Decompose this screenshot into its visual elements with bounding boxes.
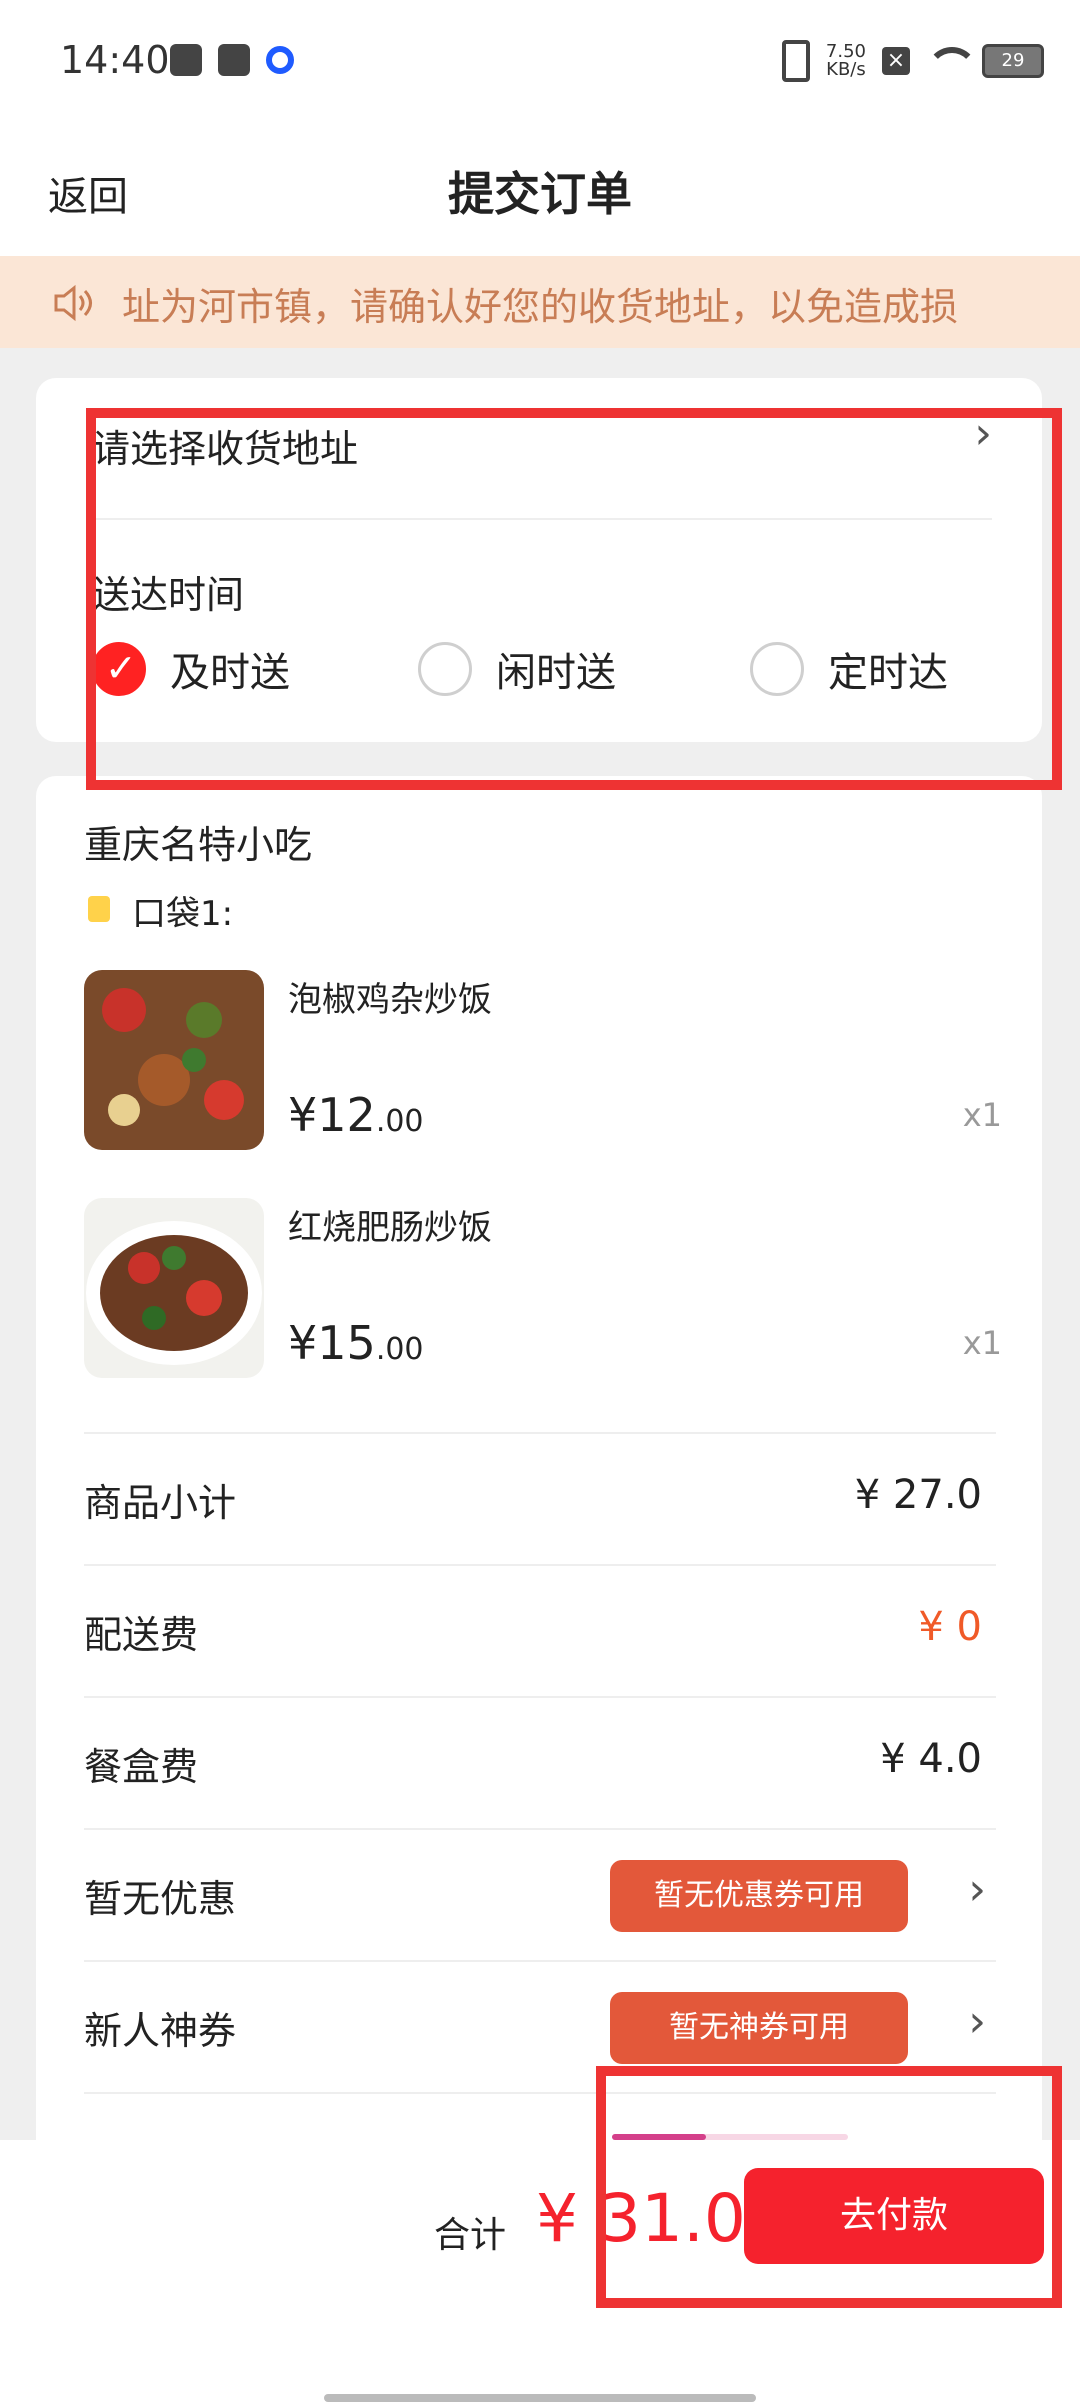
highlight-box <box>86 408 1062 790</box>
price-int: ¥12 <box>288 1088 376 1142</box>
food-price: ¥15.00 <box>288 1316 424 1370</box>
chevron-right-icon[interactable]: › <box>968 1996 986 2047</box>
food-name: 红烧肥肠炒饭 <box>288 1208 492 1248</box>
battery-icon: 29 <box>982 44 1044 78</box>
discount-label: 暂无优惠 <box>84 1877 237 1921</box>
speaker-icon <box>54 284 92 322</box>
home-indicator[interactable] <box>324 2394 756 2402</box>
food-price: ¥12.00 <box>288 1088 424 1142</box>
new-user-coupon-label: 新人神券 <box>84 2009 237 2053</box>
food-name: 泡椒鸡杂炒饭 <box>288 980 492 1020</box>
status-icons-left <box>170 44 294 76</box>
divider <box>84 1828 996 1830</box>
status-time: 14:40 <box>60 38 170 82</box>
notice-text: 址为河市镇，请确认好您的收货地址，以免造成损 <box>122 285 959 329</box>
network-speed: 7.50 KB/s <box>825 41 866 80</box>
divider <box>84 1564 996 1566</box>
delivery-fee-label: 配送费 <box>84 1613 199 1657</box>
subtotal-label: 商品小计 <box>84 1481 237 1525</box>
subtotal-value: ¥ 27.0 <box>854 1472 982 1518</box>
price-dec: .00 <box>375 1332 424 1367</box>
highlight-box <box>596 2066 1062 2308</box>
wifi-icon <box>926 47 978 75</box>
food-qty: x1 <box>962 1324 1002 1362</box>
price-dec: .00 <box>375 1104 424 1139</box>
shop-name: 重庆名特小吃 <box>84 823 313 867</box>
total-label: 合计 <box>434 2215 507 2256</box>
order-card: 重庆名特小吃 口袋1: 泡椒鸡杂炒饭 ¥12.00 x1 红烧肥肠炒饭 ¥15.… <box>36 776 1042 2176</box>
page-title: 提交订单 <box>448 167 632 221</box>
box-fee-value: ¥ 4.0 <box>880 1736 982 1782</box>
discount-badge[interactable]: 暂无优惠券可用 <box>610 1860 908 1932</box>
delivery-fee-value: ¥ 0 <box>918 1604 982 1650</box>
message-icon <box>218 44 250 76</box>
food-image <box>84 1198 264 1378</box>
status-bar: 14:40 7.50 KB/s × 29 <box>0 0 1080 130</box>
new-user-coupon-badge[interactable]: 暂无神券可用 <box>610 1992 908 2064</box>
divider <box>84 1960 996 1962</box>
vibrate-icon <box>781 40 810 82</box>
price-int: ¥15 <box>288 1316 376 1370</box>
bag-icon <box>88 896 110 922</box>
no-sim-icon: × <box>882 47 910 75</box>
app-notification-icon <box>170 44 202 76</box>
bag-label: 口袋1: <box>132 894 234 934</box>
notice-bar: 址为河市镇，请确认好您的收货地址，以免造成损 <box>0 256 1080 348</box>
location-icon <box>266 46 294 74</box>
navigation-bar: 返回 提交订单 <box>0 130 1080 256</box>
food-qty: x1 <box>962 1096 1002 1134</box>
food-image <box>84 970 264 1150</box>
box-fee-label: 餐盒费 <box>84 1745 199 1789</box>
divider <box>84 1432 996 1434</box>
status-icons-right: 7.50 KB/s × 29 <box>781 40 1044 82</box>
divider <box>84 1696 996 1698</box>
chevron-right-icon[interactable]: › <box>968 1864 986 1915</box>
